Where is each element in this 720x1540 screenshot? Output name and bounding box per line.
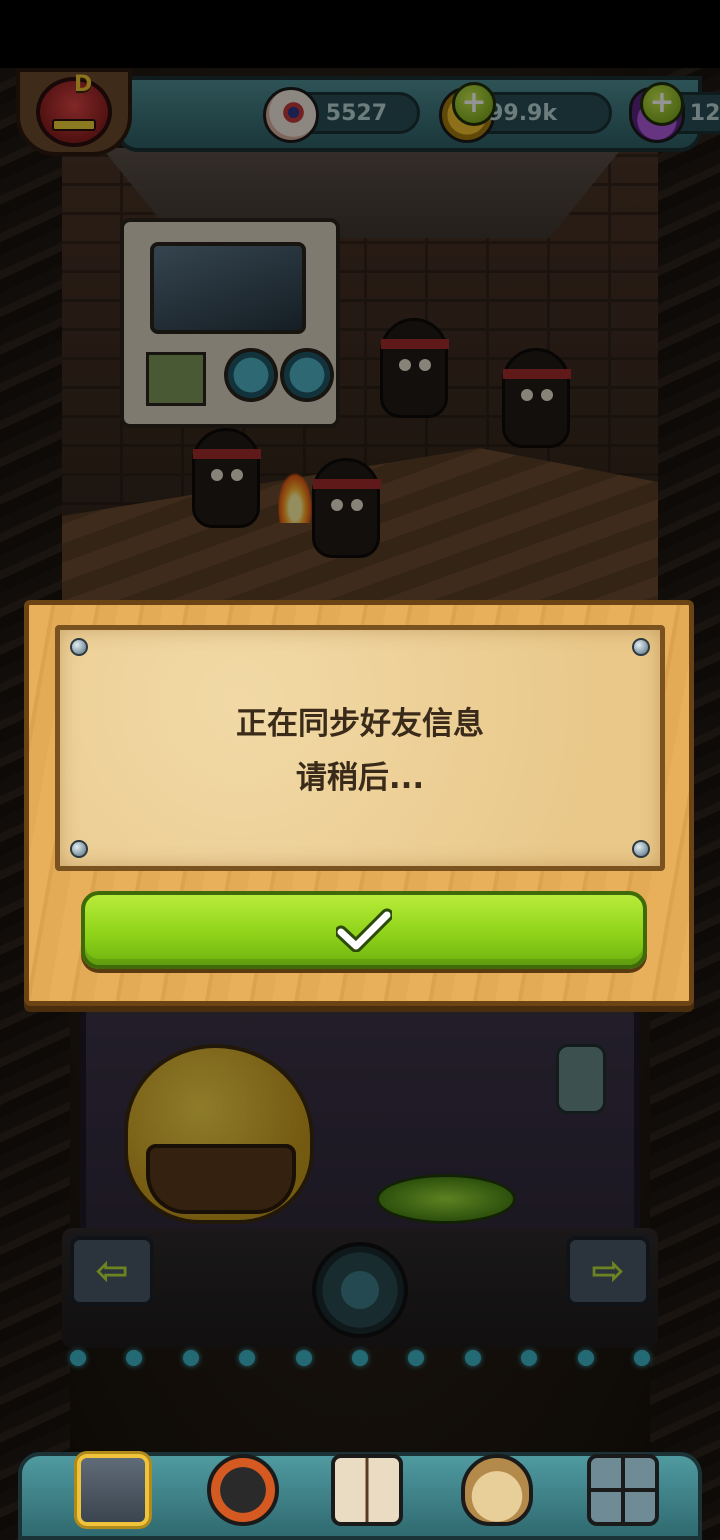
grid-menu-icon bbox=[587, 1454, 659, 1526]
sync-dialog: 正在同步好友信息 请稍后... bbox=[24, 600, 694, 1006]
rivet-icon bbox=[70, 638, 88, 656]
monster-fire-icon bbox=[207, 1454, 279, 1526]
status-bar bbox=[0, 0, 720, 68]
dialog-message-line1: 正在同步好友信息 bbox=[236, 706, 484, 742]
dialog-message-line2: 请稍后... bbox=[295, 760, 425, 796]
money-bag-icon bbox=[461, 1454, 533, 1526]
rivet-icon bbox=[632, 638, 650, 656]
dialog-paper: 正在同步好友信息 请稍后... bbox=[55, 625, 665, 871]
spellbook-icon bbox=[331, 1454, 403, 1526]
toolbar-menu-button[interactable] bbox=[578, 1442, 668, 1538]
rivet-icon bbox=[70, 840, 88, 858]
toolbar-book-button[interactable] bbox=[322, 1442, 412, 1538]
toolbar-shop-button[interactable] bbox=[452, 1442, 542, 1538]
checkmark-icon bbox=[336, 908, 392, 952]
bottom-toolbar bbox=[18, 1452, 702, 1540]
toolbar-dungeon-button[interactable] bbox=[68, 1442, 158, 1538]
confirm-button[interactable] bbox=[81, 891, 647, 969]
rivet-icon bbox=[632, 840, 650, 858]
dungeon-gate-icon bbox=[77, 1454, 149, 1526]
toolbar-monsters-button[interactable] bbox=[198, 1442, 288, 1538]
